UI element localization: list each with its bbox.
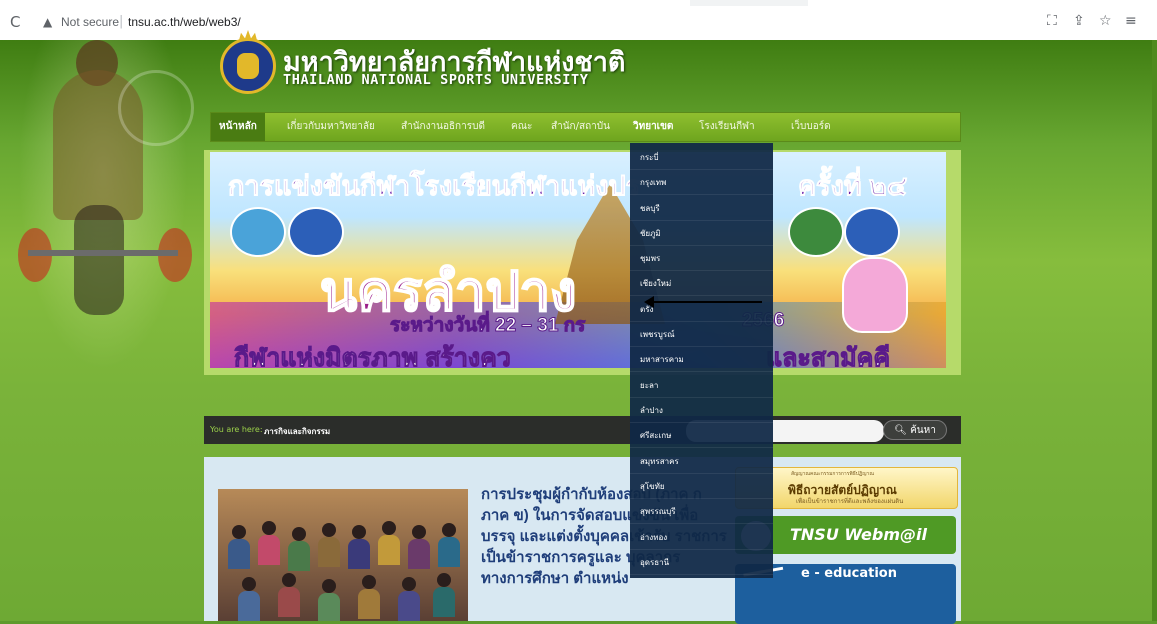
translate-icon[interactable]: ⛶ [1047, 13, 1057, 29]
nav-president-office[interactable]: สำนักงานอธิการบดี [401, 113, 485, 141]
campus-option[interactable]: ศรีสะเกษ [630, 421, 773, 448]
campus-option[interactable]: สมุทรสาคร [630, 447, 773, 474]
campus-option[interactable]: เชียงใหม่ [630, 269, 773, 296]
address-separator: | [119, 14, 124, 29]
banner-slogan-right: และสามัคคี [765, 344, 891, 369]
campus-option[interactable]: กระบี่ [630, 143, 773, 170]
oath-banner-subtitle: เพื่อเป็นข้าราชการที่ดีและพลังของแผ่นดิน [796, 498, 904, 505]
campus-option[interactable]: มหาสารคาม [630, 345, 773, 372]
tab-strip [0, 0, 1157, 6]
bookmark-star-icon[interactable]: ☆ [1099, 13, 1112, 29]
nav-home[interactable]: หน้าหลัก [211, 113, 265, 141]
breadcrumb-current[interactable]: ภารกิจและกิจกรรม [264, 425, 330, 438]
sponsor-emblem-icon-2 [844, 207, 900, 257]
nav-sports-schools[interactable]: โรงเรียนกีฬา [699, 113, 755, 141]
campus-option[interactable]: ลำปาง [630, 396, 773, 423]
nav-faculties[interactable]: คณะ [511, 113, 532, 141]
nav-webboard[interactable]: เว็บบอร์ด [791, 113, 831, 141]
province-emblem-icon [230, 207, 286, 257]
nav-campuses[interactable]: วิทยาเขต [633, 113, 673, 141]
annotation-arrow [650, 301, 762, 303]
share-icon[interactable]: ⇪ [1073, 13, 1085, 29]
campus-option[interactable]: สุพรรณบุรี [630, 497, 773, 524]
page-edge [1152, 40, 1157, 621]
banner-dates: ระหว่างวันที่ 22 – 31 กร [389, 315, 586, 337]
sponsor-emblem-icon [788, 207, 844, 257]
reading-list-icon[interactable]: ≡ [1125, 13, 1137, 29]
nav-about[interactable]: เกี่ยวกับมหาวิทยาลัย [287, 113, 375, 141]
university-logo[interactable] [220, 30, 280, 96]
campus-option[interactable]: อ่างทอง [630, 523, 773, 550]
breadcrumb-prefix: You are here: [210, 425, 263, 434]
main-nav: หน้าหลัก เกี่ยวกับมหาวิทยาลัย สำนักงานอธ… [210, 112, 961, 142]
banner-headline-right: ครั้งที่ ๒๔ [797, 171, 908, 202]
campus-option[interactable]: เพชรบูรณ์ [630, 320, 773, 347]
campus-option[interactable]: ชัยภูมิ [630, 219, 773, 246]
webmail-label: TNSU Webm@il [790, 525, 927, 544]
address-bar-url[interactable]: tnsu.ac.th/web/web3/ [128, 15, 241, 29]
search-button-label: ค้นหา [910, 425, 936, 436]
campus-option[interactable]: ชุมพร [630, 244, 773, 271]
security-label[interactable]: Not secure [61, 15, 119, 29]
campus-option[interactable]: ชลบุรี [630, 194, 773, 221]
campus-option[interactable]: ยะลา [630, 371, 773, 398]
nav-institutes[interactable]: สำนัก/สถาบัน [551, 113, 610, 141]
browser-toolbar: C ▲ Not secure | tnsu.ac.th/web/web3/ ⛶ … [0, 0, 1157, 41]
warning-icon[interactable]: ▲ [43, 15, 52, 29]
banner-slogan: กีฬาแห่งมิตรภาพ สร้างคว [234, 344, 512, 369]
news-photo[interactable] [218, 489, 468, 621]
campus-option[interactable]: สุโขทัย [630, 472, 773, 499]
campus-option[interactable]: กรุงเทพ [630, 168, 773, 195]
search-button[interactable]: 🔍︎ ค้นหา [883, 420, 947, 440]
mascot-graphic [842, 257, 908, 333]
site-title-english[interactable]: THAILAND NATIONAL SPORTS UNIVERSITY [283, 72, 588, 88]
search-icon: 🔍︎ [894, 425, 907, 436]
reload-icon[interactable]: C [10, 13, 20, 31]
oath-banner-top: สัญญาณคณะกรรมการการพิธีปฏิญาณ [791, 471, 875, 477]
hero-banner[interactable]: การแข่งขันกีฬาโรงเรียนกีฬาแห่งปร ครั้งที… [210, 152, 946, 368]
banner-headline: การแข่งขันกีฬาโรงเรียนกีฬาแห่งปร [227, 171, 641, 202]
campus-option[interactable]: อุดรธานี [630, 548, 773, 575]
e-education-label: e - education [801, 566, 897, 581]
campus-dropdown-menu: กระบี่ กรุงเทพ ชลบุรี ชัยภูมิ ชุมพร เชีย… [630, 143, 773, 578]
olympic-rings-graphic [118, 70, 194, 146]
